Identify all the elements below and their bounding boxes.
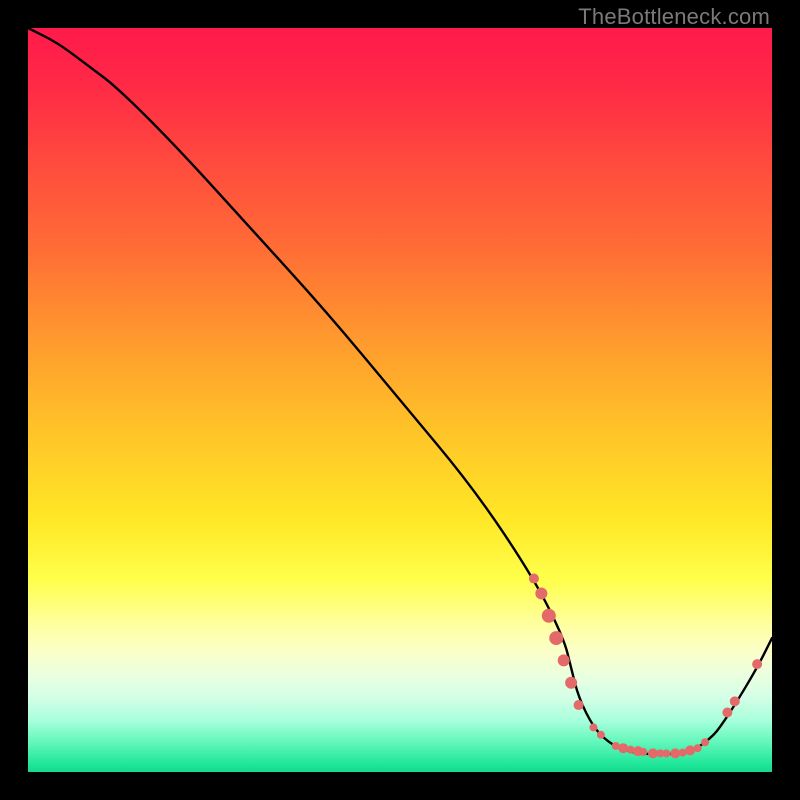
chart-frame: TheBottleneck.com <box>0 0 800 800</box>
marker-dot <box>549 631 563 645</box>
marker-dot <box>730 696 740 706</box>
curve-svg <box>28 28 772 772</box>
marker-dot <box>558 654 570 666</box>
marker-dot <box>685 745 695 755</box>
marker-dot <box>535 587 547 599</box>
marker-dot <box>722 707 732 717</box>
plot-area <box>28 28 772 772</box>
marker-dot <box>574 700 584 710</box>
marker-dots <box>529 574 762 759</box>
marker-dot <box>694 744 702 752</box>
marker-dot <box>670 748 680 758</box>
marker-dot <box>618 743 628 753</box>
watermark-text: TheBottleneck.com <box>578 4 770 30</box>
marker-dot <box>701 738 709 746</box>
marker-dot <box>565 677 577 689</box>
marker-dot <box>752 659 762 669</box>
marker-dot <box>589 723 597 731</box>
marker-dot <box>597 731 605 739</box>
marker-dot <box>542 609 556 623</box>
marker-dot <box>662 749 670 757</box>
bottleneck-line <box>28 28 772 754</box>
marker-dot <box>639 748 647 756</box>
marker-dot <box>529 574 539 584</box>
